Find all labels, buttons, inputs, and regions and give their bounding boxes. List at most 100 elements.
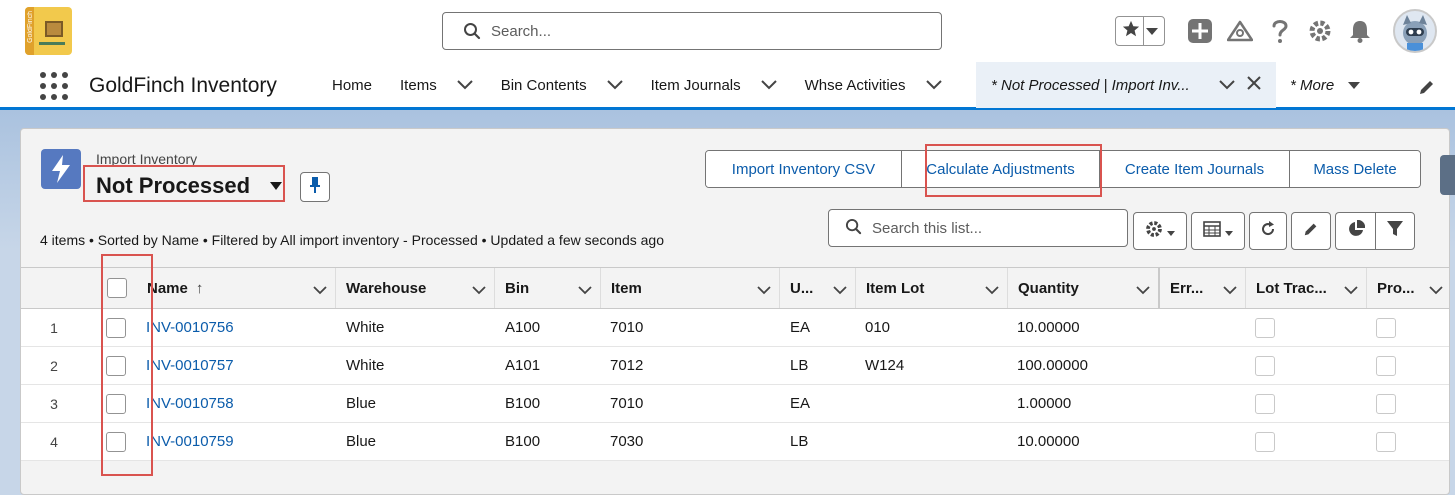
nav-item-items[interactable]: Items xyxy=(386,62,487,108)
logo-box-graphic xyxy=(45,21,63,37)
record-name-link[interactable]: INV-0010759 xyxy=(146,423,234,460)
side-panel-handle[interactable] xyxy=(1440,155,1455,195)
caret-down-icon xyxy=(1348,81,1361,89)
nav-item-home[interactable]: Home xyxy=(318,62,386,108)
chevron-down-icon[interactable] xyxy=(1146,23,1158,40)
table-row[interactable]: 3 INV-0010758 Blue B100 7010 EA 1.00000 xyxy=(21,385,1449,423)
list-search-input[interactable] xyxy=(872,219,1112,237)
row-number-header xyxy=(21,268,97,308)
column-header-lot-tracked[interactable]: Lot Trac... xyxy=(1245,268,1366,308)
pin-list-view-button[interactable] xyxy=(300,172,330,202)
list-view-selector[interactable]: Not Processed xyxy=(96,173,283,199)
table-row[interactable]: 1 INV-0010756 White A100 7010 EA 010 10.… xyxy=(21,309,1449,347)
nav-more-menu[interactable]: * More xyxy=(1290,62,1361,108)
notifications-bell-icon[interactable] xyxy=(1347,18,1373,44)
item-cell: 7010 xyxy=(610,395,644,412)
select-all-cell xyxy=(97,268,137,308)
app-launcher-icon[interactable] xyxy=(40,72,68,100)
charts-button[interactable] xyxy=(1335,212,1375,250)
uom-cell: LB xyxy=(790,433,809,450)
favorites-button[interactable] xyxy=(1115,16,1165,46)
column-header-errors[interactable]: Err... xyxy=(1158,268,1245,308)
item-lot-cell: W124 xyxy=(865,357,905,374)
column-header-quantity[interactable]: Quantity xyxy=(1007,268,1158,308)
warehouse-cell: White xyxy=(346,357,385,374)
column-header-warehouse[interactable]: Warehouse xyxy=(335,268,494,308)
help-icon[interactable] xyxy=(1267,18,1293,44)
chevron-down-icon[interactable] xyxy=(1344,282,1358,299)
chevron-down-icon[interactable] xyxy=(760,77,777,94)
chevron-down-icon[interactable] xyxy=(456,77,473,94)
column-header-processed[interactable]: Pro... xyxy=(1366,268,1449,308)
chevron-down-icon[interactable] xyxy=(1219,77,1235,94)
trailhead-icon[interactable] xyxy=(1227,18,1253,44)
column-header-name[interactable]: Name ↑ xyxy=(137,268,335,308)
global-search-box[interactable] xyxy=(442,12,942,50)
chevron-down-icon[interactable] xyxy=(578,282,592,299)
quantity-cell: 1.00000 xyxy=(1017,395,1072,412)
refresh-button[interactable] xyxy=(1249,212,1287,250)
table-icon xyxy=(1203,221,1221,241)
nav-item-whse-activities[interactable]: Whse Activities xyxy=(791,62,956,108)
launcher-dot xyxy=(51,72,57,78)
row-checkbox[interactable] xyxy=(106,393,126,414)
caret-down-icon[interactable] xyxy=(270,182,283,190)
import-inventory-csv-button[interactable]: Import Inventory CSV xyxy=(706,151,902,187)
lot-tracked-checkbox xyxy=(1255,355,1275,376)
row-checkbox[interactable] xyxy=(106,431,126,452)
warehouse-cell: Blue xyxy=(346,395,377,412)
column-header-item[interactable]: Item xyxy=(600,268,779,308)
chevron-down-icon[interactable] xyxy=(1429,282,1443,299)
list-info-text: 4 items • Sorted by Name • Filtered by A… xyxy=(40,232,664,248)
chevron-down-icon[interactable] xyxy=(606,77,623,94)
chevron-down-icon[interactable] xyxy=(985,282,999,299)
column-label: U... xyxy=(790,279,814,297)
global-search-input[interactable] xyxy=(491,22,911,40)
chevron-down-icon[interactable] xyxy=(925,77,942,94)
inline-edit-button[interactable] xyxy=(1291,212,1331,250)
table-row[interactable]: 2 INV-0010757 White A101 7012 LB W124 10… xyxy=(21,347,1449,385)
nav-item-item-journals[interactable]: Item Journals xyxy=(637,62,791,108)
list-settings-button[interactable] xyxy=(1133,212,1187,250)
create-item-journals-button[interactable]: Create Item Journals xyxy=(1100,151,1290,187)
chevron-down-icon[interactable] xyxy=(1136,282,1150,299)
row-select-cell xyxy=(106,385,126,422)
bin-cell: B100 xyxy=(505,395,541,412)
table-row[interactable]: 4 INV-0010759 Blue B100 7030 LB 10.00000 xyxy=(21,423,1449,461)
row-select-cell xyxy=(106,423,126,460)
edit-nav-pencil-icon[interactable] xyxy=(1418,78,1436,100)
column-header-bin[interactable]: Bin xyxy=(494,268,600,308)
record-name-link[interactable]: INV-0010756 xyxy=(146,309,234,346)
select-all-checkbox[interactable] xyxy=(107,278,127,298)
chevron-down-icon[interactable] xyxy=(472,282,486,299)
add-icon[interactable] xyxy=(1187,18,1213,44)
tab-not-processed[interactable]: * Not Processed | Import Inv... xyxy=(976,62,1276,108)
calculate-adjustments-button[interactable]: Calculate Adjustments xyxy=(902,151,1100,187)
list-search-box[interactable] xyxy=(828,209,1128,247)
goldfinch-logo[interactable]: GoldFinch xyxy=(25,7,72,55)
row-number: 2 xyxy=(50,357,58,374)
column-header-uom[interactable]: U... xyxy=(779,268,855,308)
column-label: Item xyxy=(611,279,642,297)
chevron-down-icon[interactable] xyxy=(1223,282,1237,299)
column-header-item-lot[interactable]: Item Lot xyxy=(855,268,1007,308)
filter-button[interactable] xyxy=(1375,212,1415,250)
mass-delete-button[interactable]: Mass Delete xyxy=(1290,151,1420,187)
nav-item-bin-contents[interactable]: Bin Contents xyxy=(487,62,637,108)
record-name-link[interactable]: INV-0010757 xyxy=(146,347,234,384)
row-number: 1 xyxy=(50,319,58,336)
row-number: 4 xyxy=(50,433,58,450)
chevron-down-icon[interactable] xyxy=(313,282,327,299)
close-icon[interactable] xyxy=(1247,76,1261,94)
user-avatar[interactable] xyxy=(1393,9,1437,53)
column-label: Item Lot xyxy=(866,279,925,297)
row-checkbox[interactable] xyxy=(106,317,126,338)
row-checkbox[interactable] xyxy=(106,355,126,376)
record-name-link[interactable]: INV-0010758 xyxy=(146,385,234,422)
bin-cell: B100 xyxy=(505,433,541,450)
lot-tracked-checkbox xyxy=(1255,393,1275,414)
chevron-down-icon[interactable] xyxy=(833,282,847,299)
display-as-table-button[interactable] xyxy=(1191,212,1245,250)
setup-gear-icon[interactable] xyxy=(1307,18,1333,44)
chevron-down-icon[interactable] xyxy=(757,282,771,299)
